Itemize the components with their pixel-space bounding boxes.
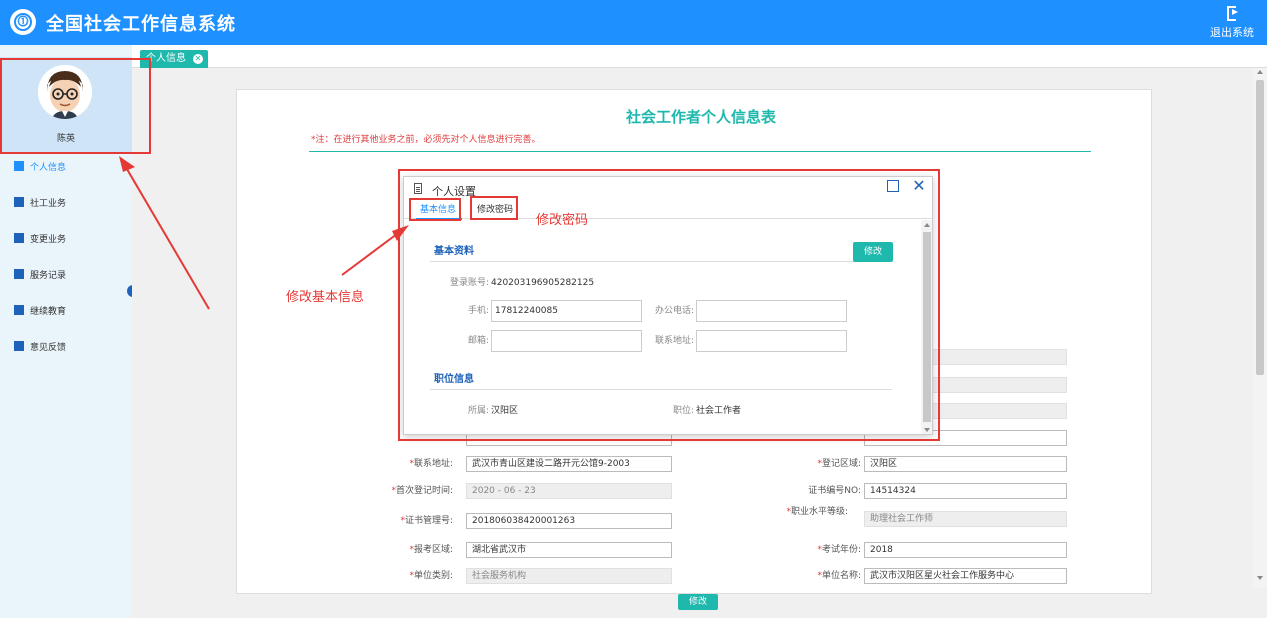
register-region-input[interactable]: 汉阳区	[864, 456, 1067, 472]
tab-change-password[interactable]: 修改密码	[477, 203, 513, 217]
dialog-tabs: 基本信息 修改密码	[404, 199, 932, 219]
logo-glyph: ⓵	[17, 15, 29, 28]
scroll-down-arrow-icon[interactable]	[924, 428, 930, 432]
position-value: 社会工作者	[696, 406, 742, 416]
section-title-basic: 基本资料	[434, 246, 474, 257]
phone-label: 手机:	[467, 306, 489, 316]
tab-bar: 个人信息 ✕	[132, 45, 1267, 68]
sidebar-item-social-work[interactable]: 社工业务	[0, 190, 132, 226]
level-label: *职业水平等级:	[786, 507, 848, 517]
dialog-body: 基本资料 修改 登录账号: 420203196905282125 手机: 178…	[404, 220, 921, 434]
belong-value: 汉阳区	[491, 406, 519, 416]
page-title: 社会工作者个人信息表	[625, 108, 776, 126]
app-title: 全国社会工作信息系统	[46, 14, 236, 35]
sidebar-item-label: 个人信息	[30, 163, 67, 173]
scroll-thumb[interactable]	[1256, 80, 1264, 375]
maximize-icon[interactable]	[887, 180, 899, 192]
edit-basic-info-button[interactable]: 修改	[853, 242, 893, 262]
first-register-date-input: 2020 - 06 - 23	[466, 483, 672, 499]
app-header: ⓵ 全国社会工作信息系统 退出系统	[0, 0, 1267, 45]
document-icon	[414, 183, 422, 194]
dialog-scrollbar[interactable]	[921, 220, 932, 434]
account-value: 420203196905282125	[491, 278, 595, 288]
tab-personal-info[interactable]: 个人信息 ✕	[140, 50, 208, 68]
personal-settings-dialog: 个人设置 ✕ 基本信息 修改密码 基本资料 修改 登录账号: 420203196…	[403, 176, 933, 435]
education-icon	[14, 305, 24, 315]
sidebar-item-label: 变更业务	[30, 235, 67, 245]
feedback-icon	[14, 341, 24, 351]
certificate-no-input[interactable]: 14514324	[864, 483, 1067, 499]
office-phone-label: 办公电话:	[654, 306, 694, 316]
annotation-change-password: 修改密码	[536, 213, 589, 228]
belong-label: 所属:	[467, 406, 489, 416]
sidebar-item-service-records[interactable]: 服务记录	[0, 262, 132, 298]
scroll-up-arrow-icon[interactable]	[1257, 70, 1263, 74]
exam-region-input[interactable]: 湖北省武汉市	[466, 542, 672, 558]
unit-name-input[interactable]: 武汉市汉阳区星火社会工作服务中心	[864, 568, 1067, 584]
section-divider	[430, 261, 892, 262]
address-input[interactable]: 武汉市青山区建设二路开元公馆9-2003	[466, 456, 672, 472]
first-register-date-label: *首次登记时间:	[391, 486, 453, 496]
app-logo: ⓵	[10, 9, 36, 35]
dialog-title: 个人设置	[432, 185, 476, 198]
user-name: 陈英	[56, 134, 75, 144]
sidebar-item-personal-info[interactable]: 个人信息	[0, 154, 132, 190]
address-label: *联系地址:	[409, 459, 453, 469]
sidebar-item-continuing-education[interactable]: 继续教育	[0, 298, 132, 334]
certificate-manage-no-input[interactable]: 201806038420001263	[466, 513, 672, 529]
sidebar-nav: 个人信息 社工业务 变更业务 服务记录 继续教育 意见反馈	[0, 154, 132, 370]
title-divider	[309, 151, 1091, 152]
office-phone-input[interactable]	[696, 300, 847, 322]
phone-input[interactable]: 17812240085	[491, 300, 642, 322]
exam-region-label: *报考区域:	[409, 545, 453, 555]
tab-basic-info[interactable]: 基本信息	[420, 203, 456, 217]
exam-year-label: *考试年份:	[817, 545, 861, 555]
home-icon	[14, 161, 24, 171]
avatar-icon	[38, 65, 92, 119]
annotation-edit-basic-info: 修改基本信息	[286, 290, 365, 305]
chart-icon	[14, 269, 24, 279]
close-icon[interactable]: ✕	[911, 178, 927, 194]
certificate-manage-no-label: *证书管理号:	[400, 516, 453, 526]
scroll-thumb[interactable]	[923, 232, 931, 422]
section-divider	[430, 389, 892, 390]
logout-label: 退出系统	[1210, 26, 1254, 39]
logout-button[interactable]: 退出系统	[1207, 5, 1257, 41]
tab-label: 个人信息	[146, 53, 186, 64]
user-profile: 陈英	[0, 57, 132, 152]
users-icon	[14, 197, 24, 207]
building-icon	[14, 233, 24, 243]
email-label: 邮箱:	[467, 336, 489, 346]
contact-address-label: 联系地址:	[654, 336, 694, 346]
scroll-up-arrow-icon[interactable]	[924, 223, 930, 227]
dialog-header: 个人设置 ✕	[404, 177, 932, 199]
unit-name-label: *单位名称:	[817, 571, 861, 581]
level-input: 助理社会工作师	[864, 511, 1067, 527]
avatar	[38, 65, 92, 119]
logout-icon	[1225, 5, 1239, 21]
unit-type-label: *单位类别:	[409, 571, 453, 581]
sidebar-item-label: 继续教育	[30, 307, 67, 317]
contact-address-input[interactable]	[696, 330, 847, 352]
unit-type-input: 社会服务机构	[466, 568, 672, 584]
certificate-no-label: 证书编号NO:	[808, 486, 861, 496]
page-scrollbar[interactable]	[1253, 68, 1267, 588]
email-input[interactable]	[491, 330, 642, 352]
sidebar-item-label: 意见反馈	[30, 343, 67, 353]
close-icon[interactable]: ✕	[193, 54, 203, 64]
scroll-down-arrow-icon[interactable]	[1257, 576, 1263, 580]
sidebar-item-change-business[interactable]: 变更业务	[0, 226, 132, 262]
exam-year-input[interactable]: 2018	[864, 542, 1067, 558]
sidebar: 陈英 个人信息 社工业务 变更业务 服务记录 继续教育 意见反馈	[0, 45, 139, 618]
sidebar-item-label: 服务记录	[30, 271, 67, 281]
register-region-label: *登记区域:	[817, 459, 861, 469]
section-title-position: 职位信息	[434, 374, 474, 385]
form-submit-button[interactable]: 修改	[678, 594, 718, 610]
account-label: 登录账号:	[449, 278, 489, 288]
position-label: 职位:	[672, 406, 694, 416]
form-note: *注：在进行其他业务之前，必须先对个人信息进行完善。	[311, 135, 541, 145]
sidebar-item-feedback[interactable]: 意见反馈	[0, 334, 132, 370]
sidebar-item-label: 社工业务	[30, 199, 67, 209]
